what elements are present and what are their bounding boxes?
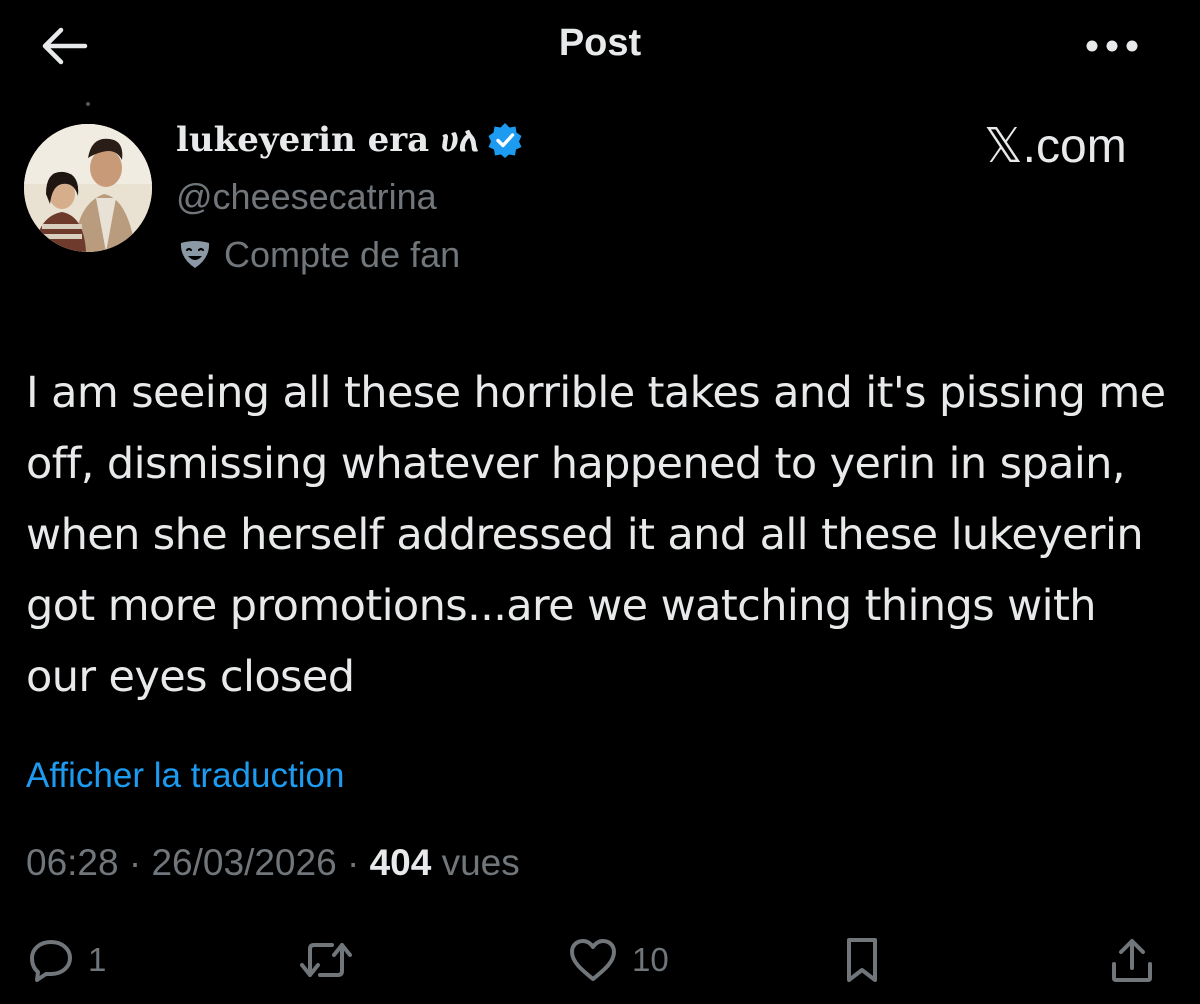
views-count: 404 <box>369 842 432 883</box>
x-com-watermark: 𝕏.com <box>984 120 1127 173</box>
thread-dot <box>86 102 90 106</box>
avatar[interactable] <box>24 124 152 252</box>
reply-icon <box>30 940 72 982</box>
bookmark-button[interactable] <box>842 932 882 988</box>
heart-icon <box>570 939 616 981</box>
repost-icon <box>300 943 352 977</box>
repost-button[interactable] <box>298 932 354 988</box>
account-label: Compte de fan <box>178 234 460 276</box>
like-button[interactable]: 10 <box>568 932 669 988</box>
like-count: 10 <box>632 941 669 978</box>
account-label-text: Compte de fan <box>224 234 461 275</box>
display-name-text: lukeyerin era ሀለ <box>176 120 479 160</box>
bookmark-icon <box>847 938 877 982</box>
theater-mask-icon <box>180 241 210 268</box>
reply-count: 1 <box>88 941 107 978</box>
share-icon <box>1112 939 1152 982</box>
page-title: Post <box>558 22 642 64</box>
share-button[interactable] <box>1110 932 1154 988</box>
tweet-meta: 06:28 · 26/03/2026 · 404 vues <box>26 842 520 884</box>
tweet-date[interactable]: 26/03/2026 <box>151 842 336 883</box>
verified-badge-icon <box>488 123 522 158</box>
tweet-text: I am seeing all these horrible takes and… <box>26 368 1166 702</box>
more-options-button[interactable] <box>1080 24 1144 68</box>
views-label: vues <box>441 842 520 883</box>
author-handle[interactable]: @cheesecatrina <box>176 176 437 218</box>
avatar-photo <box>24 124 152 252</box>
show-translation-link[interactable]: Afficher la traduction <box>26 756 344 796</box>
meta-separator: · <box>128 842 142 883</box>
meta-separator: · <box>346 842 360 883</box>
author-display-name[interactable]: lukeyerin era ሀለ <box>176 120 523 160</box>
more-horizontal-icon <box>1086 40 1138 52</box>
reply-button[interactable]: 1 <box>28 932 106 988</box>
tweet-time[interactable]: 06:28 <box>26 842 119 883</box>
